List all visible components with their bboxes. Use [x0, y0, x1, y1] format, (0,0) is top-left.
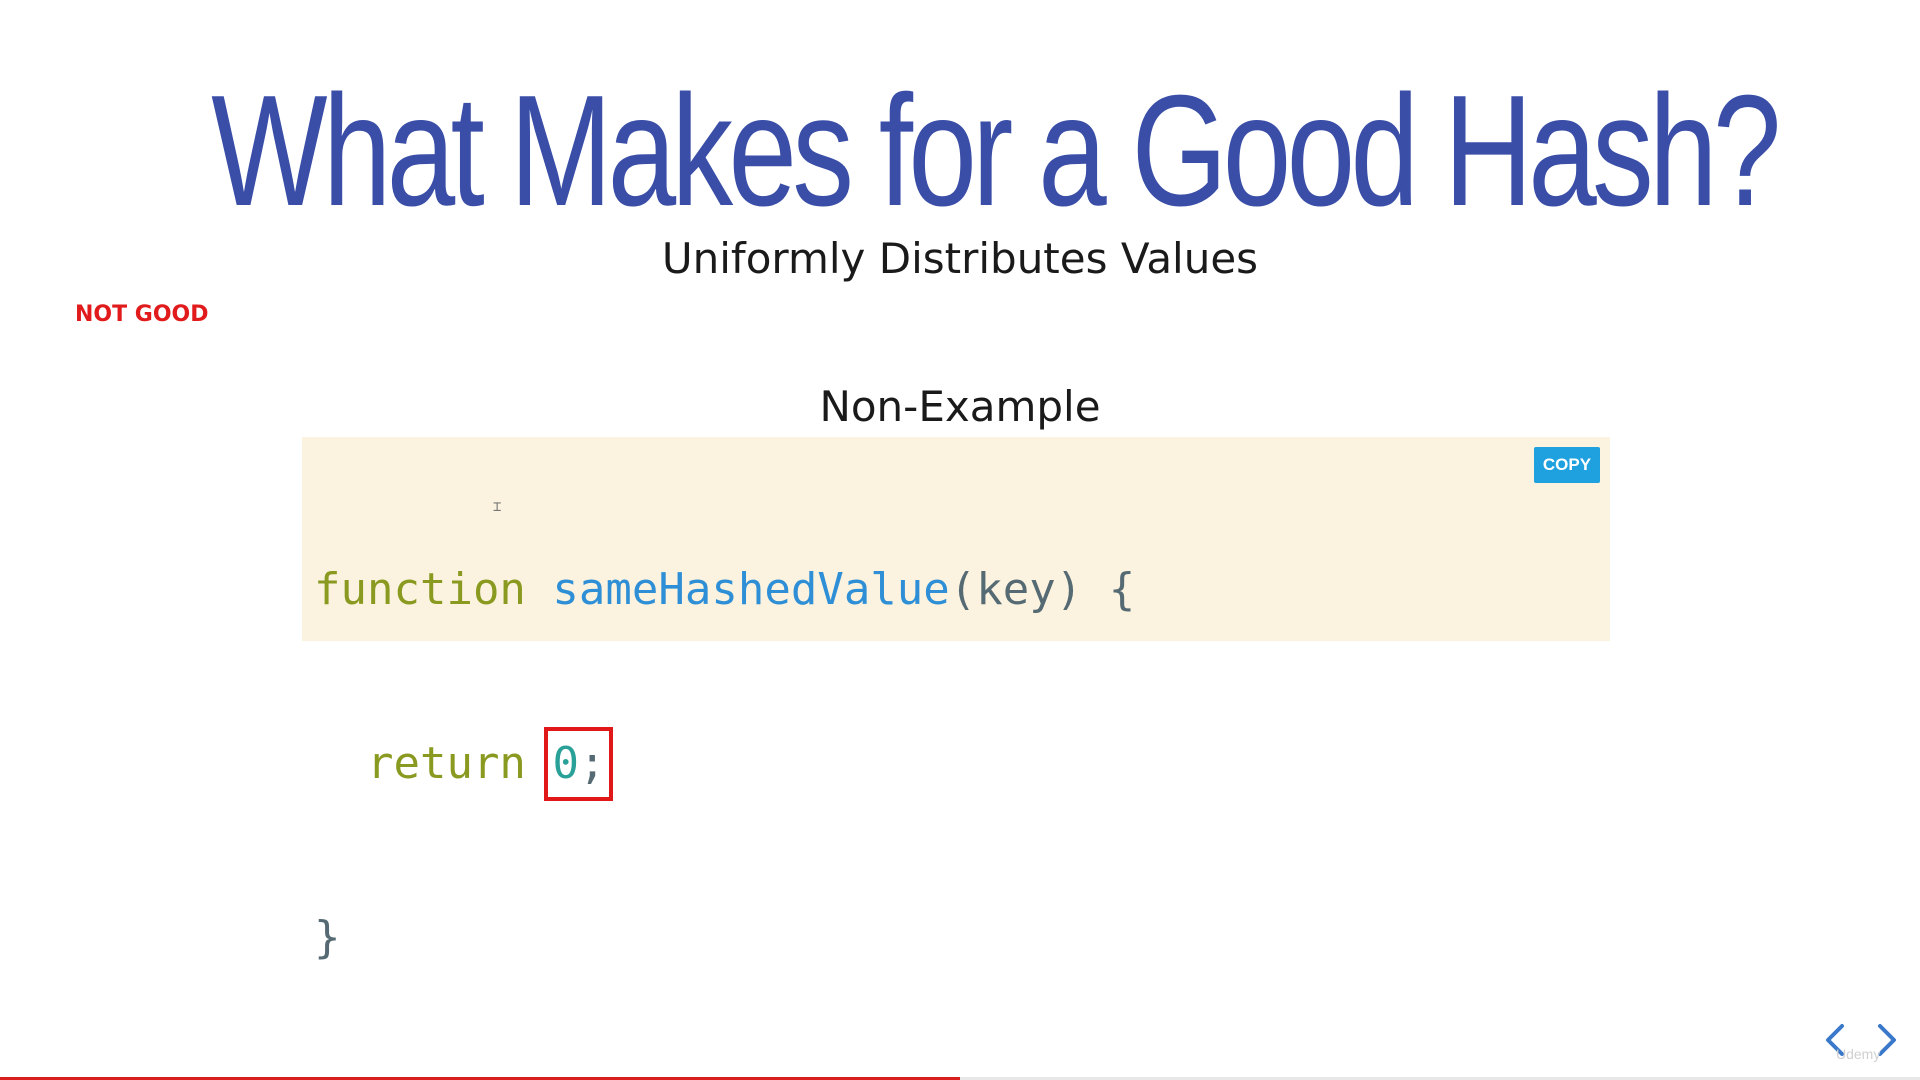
- code-close-paren: ): [1055, 564, 1083, 615]
- slide-title: What Makes for a Good Hash?: [211, 63, 1781, 239]
- code-content: function sameHashedValue(key) { return 0…: [314, 445, 1135, 1080]
- highlight-box: 0;: [544, 727, 614, 801]
- copy-button[interactable]: COPY: [1534, 447, 1600, 483]
- code-block: function sameHashedValue(key) { return 0…: [302, 437, 1610, 963]
- code-line-3: }: [314, 909, 1135, 967]
- code-param: key: [976, 564, 1056, 615]
- section-label: Non-Example: [819, 382, 1101, 431]
- code-close-brace: }: [314, 912, 341, 963]
- code-line-2: return 0;: [314, 727, 1135, 801]
- code-semicolon: ;: [578, 738, 606, 789]
- text-cursor-icon: ⌶: [493, 499, 502, 515]
- slide-subtitle: Uniformly Distributes Values: [661, 234, 1259, 283]
- code-return-value: 0: [552, 738, 579, 789]
- code-open-paren: (: [949, 564, 977, 615]
- code-line-1: function sameHashedValue(key) {: [314, 561, 1135, 619]
- not-good-annotation: NOT GOOD: [75, 302, 209, 327]
- udemy-watermark: Udemy: [1836, 1046, 1881, 1062]
- slide: What Makes for a Good Hash? Uniformly Di…: [0, 0, 1920, 1080]
- code-function-name: sameHashedValue: [552, 564, 950, 615]
- code-keyword-function: function: [314, 564, 526, 615]
- code-open-brace: {: [1108, 564, 1136, 615]
- code-keyword-return: return: [366, 738, 526, 789]
